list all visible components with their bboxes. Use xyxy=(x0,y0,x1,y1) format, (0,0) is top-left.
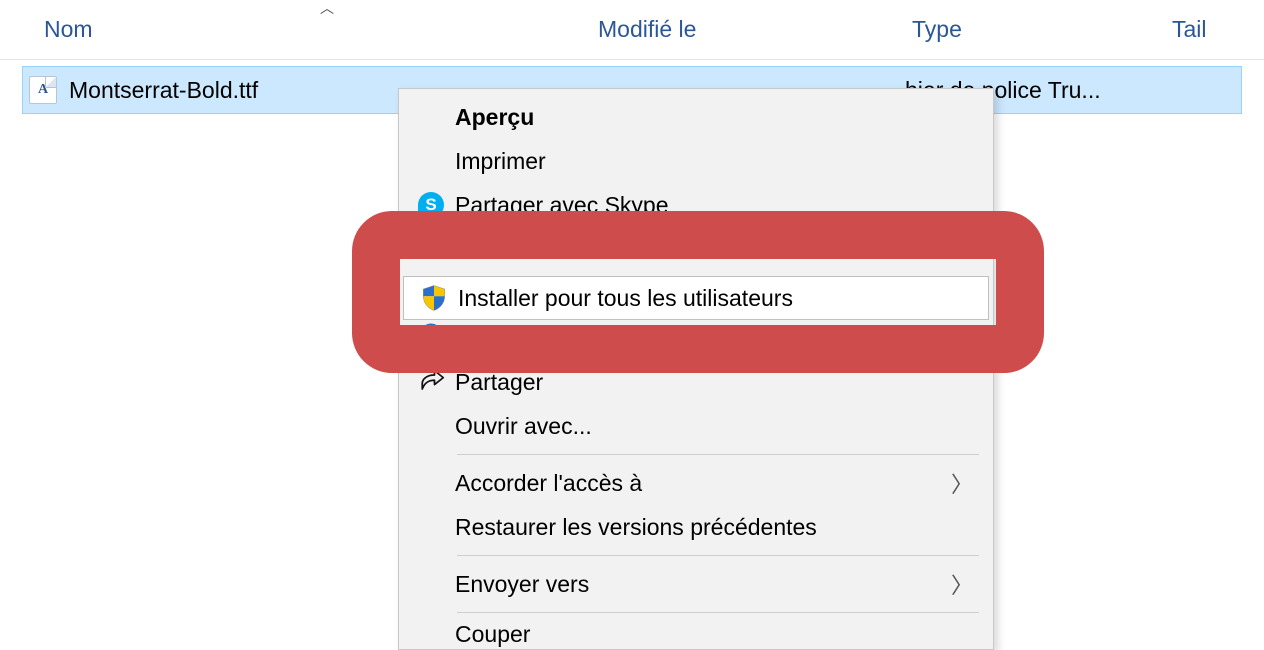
chevron-right-icon: 〉 xyxy=(951,568,973,600)
sort-indicator-icon: ︿ xyxy=(320,0,334,18)
menu-preview[interactable]: Aperçu xyxy=(401,95,991,139)
font-file-icon: A xyxy=(29,76,57,104)
context-menu: Aperçu Imprimer S Partager avec Skype In… xyxy=(398,88,994,650)
column-headers: ︿ Nom Modifié le Type Tail xyxy=(0,0,1264,60)
menu-grant-access[interactable]: Accorder l'accès à 〉 xyxy=(401,461,991,505)
menu-print[interactable]: Imprimer xyxy=(401,139,991,183)
header-size[interactable]: Tail xyxy=(1162,2,1264,57)
skype-icon: S xyxy=(418,192,444,218)
menu-separator xyxy=(457,612,979,613)
menu-label: Installer pour tous les utilisateurs xyxy=(458,285,970,312)
menu-share-skype[interactable]: S Partager avec Skype xyxy=(401,183,991,227)
menu-separator xyxy=(457,555,979,556)
menu-share[interactable]: Partager xyxy=(401,360,991,404)
menu-install-all-users[interactable]: Installer pour tous les utilisateurs xyxy=(403,276,989,320)
menu-hidden-install xyxy=(401,240,991,276)
menu-label: Restaurer les versions précédentes xyxy=(455,514,973,541)
menu-partial-item[interactable] xyxy=(401,320,991,336)
menu-restore-previous[interactable]: Restaurer les versions précédentes xyxy=(401,505,991,549)
menu-label: Imprimer xyxy=(455,148,973,175)
menu-send-to[interactable]: Envoyer vers 〉 xyxy=(401,562,991,606)
menu-separator xyxy=(457,454,979,455)
menu-open-with[interactable]: Ouvrir avec... xyxy=(401,404,991,448)
menu-label: Partager avec Skype xyxy=(455,192,973,219)
chevron-right-icon: 〉 xyxy=(951,467,973,499)
partial-app-icon xyxy=(417,320,445,336)
menu-cut[interactable]: Couper xyxy=(401,619,991,649)
header-modified[interactable]: Modifié le xyxy=(588,2,902,57)
uac-shield-icon xyxy=(420,284,448,312)
header-name[interactable]: Nom xyxy=(0,2,588,57)
share-icon xyxy=(417,368,445,396)
menu-label: Envoyer vers xyxy=(455,571,951,598)
menu-label: Partager xyxy=(455,369,973,396)
file-name: Montserrat-Bold.ttf xyxy=(69,77,258,104)
menu-label: Aperçu xyxy=(455,104,973,131)
header-type[interactable]: Type xyxy=(902,2,1162,57)
menu-label: Ouvrir avec... xyxy=(455,413,973,440)
menu-separator xyxy=(457,233,979,234)
menu-label: Accorder l'accès à xyxy=(455,470,951,497)
